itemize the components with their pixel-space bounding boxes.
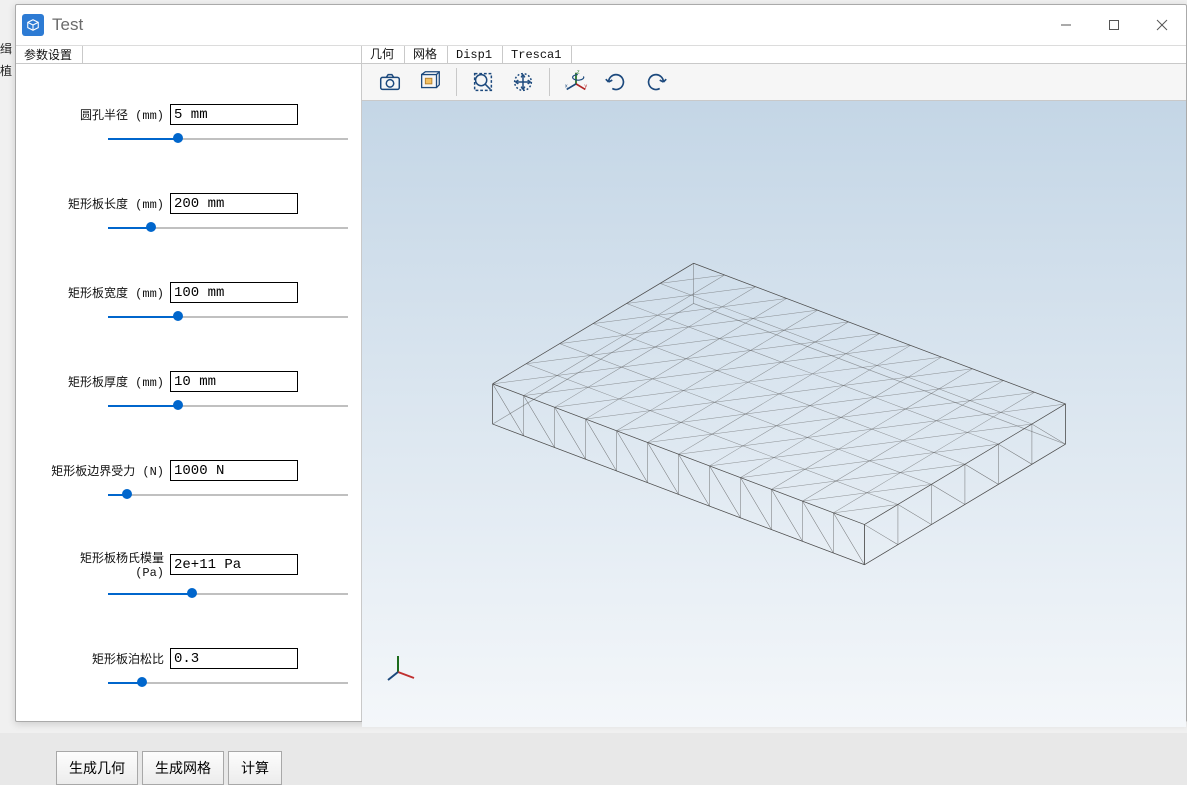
close-button[interactable] xyxy=(1138,5,1186,45)
param-input[interactable] xyxy=(170,282,298,303)
param-input[interactable] xyxy=(170,371,298,392)
param-input[interactable] xyxy=(170,648,298,669)
app-window: Test 参数设置 圆孔半径 (mm) 矩形板长度 (mm) 矩形板宽度 (mm) 矩… xyxy=(15,4,1187,722)
param-label: 矩形板泊松比 xyxy=(46,650,164,667)
generate-mesh-button[interactable]: 生成网格 xyxy=(142,751,224,785)
param-0: 圆孔半径 (mm) xyxy=(46,104,331,147)
tab-几何[interactable]: 几何 xyxy=(362,46,405,63)
fit-box-icon[interactable] xyxy=(410,64,450,100)
rotate-cw-icon[interactable] xyxy=(596,64,636,100)
param-input[interactable] xyxy=(170,104,298,125)
background-text: 缉 xyxy=(0,40,12,57)
svg-text:x: x xyxy=(565,84,568,90)
param-1: 矩形板长度 (mm) xyxy=(46,193,331,236)
camera-icon[interactable] xyxy=(370,64,410,100)
param-6: 矩形板泊松比 xyxy=(46,648,331,691)
tab-网格[interactable]: 网格 xyxy=(405,46,448,63)
rotate-ccw-icon[interactable] xyxy=(636,64,676,100)
pan-icon[interactable] xyxy=(503,64,543,100)
compute-button[interactable]: 计算 xyxy=(228,751,282,785)
param-4: 矩形板边界受力 (N) xyxy=(46,460,331,503)
titlebar: Test xyxy=(16,5,1186,46)
param-input[interactable] xyxy=(170,554,298,575)
param-slider[interactable] xyxy=(108,131,348,147)
param-label: 矩形板厚度 (mm) xyxy=(46,373,164,390)
param-label: 圆孔半径 (mm) xyxy=(46,106,164,123)
generate-geometry-button[interactable]: 生成几何 xyxy=(56,751,138,785)
param-slider[interactable] xyxy=(108,309,348,325)
axes-icon[interactable]: zyx xyxy=(556,64,596,100)
parameter-panel: 参数设置 圆孔半径 (mm) 矩形板长度 (mm) 矩形板宽度 (mm) 矩形板厚度 … xyxy=(16,46,362,721)
param-slider[interactable] xyxy=(108,586,348,602)
app-icon xyxy=(22,14,44,36)
param-slider[interactable] xyxy=(108,675,348,691)
param-input[interactable] xyxy=(170,460,298,481)
zoom-box-icon[interactable] xyxy=(463,64,503,100)
param-3: 矩形板厚度 (mm) xyxy=(46,371,331,414)
3d-viewport[interactable] xyxy=(362,101,1186,727)
param-label: 矩形板长度 (mm) xyxy=(46,195,164,212)
right-tabstrip: 几何网格Disp1Tresca1 xyxy=(362,46,1186,64)
left-tabstrip: 参数设置 xyxy=(16,46,361,64)
param-slider[interactable] xyxy=(108,487,348,503)
viewport-toolbar: zyx xyxy=(362,64,1186,101)
tab-parameters[interactable]: 参数设置 xyxy=(16,46,83,63)
minimize-button[interactable] xyxy=(1042,5,1090,45)
param-label: 矩形板宽度 (mm) xyxy=(46,284,164,301)
mesh-render xyxy=(362,101,1186,727)
maximize-button[interactable] xyxy=(1090,5,1138,45)
param-slider[interactable] xyxy=(108,398,348,414)
window-title: Test xyxy=(52,15,83,35)
param-slider[interactable] xyxy=(108,220,348,236)
param-2: 矩形板宽度 (mm) xyxy=(46,282,331,325)
param-input[interactable] xyxy=(170,193,298,214)
param-label: 矩形板杨氏模量 (Pa) xyxy=(46,549,164,580)
axis-triad-icon xyxy=(386,650,420,687)
param-label: 矩形板边界受力 (N) xyxy=(46,462,164,479)
param-5: 矩形板杨氏模量 (Pa) xyxy=(46,549,331,602)
viewport-panel: 几何网格Disp1Tresca1 xyxy=(362,46,1186,721)
svg-text:y: y xyxy=(584,84,587,90)
background-text: 植 xyxy=(0,62,12,79)
tab-disp1[interactable]: Disp1 xyxy=(448,46,503,63)
tab-tresca1[interactable]: Tresca1 xyxy=(503,46,572,63)
